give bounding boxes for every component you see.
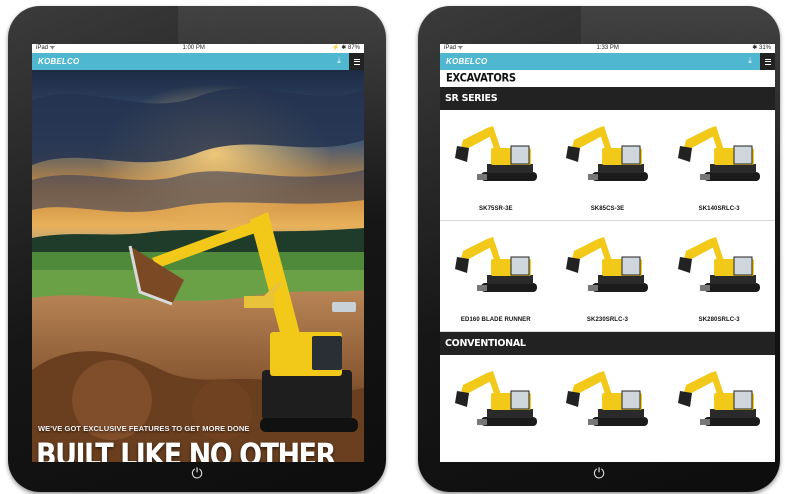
hero-headline: BUILT LIKE NO OTHER — [36, 438, 336, 462]
right-screen: iPad ᯤ 1:33 PM ✱ 31% KOBELCO ⤓ EXCAVATOR… — [440, 44, 775, 462]
model-card[interactable]: SK230SRLC-3 — [551, 221, 664, 332]
brand-logo[interactable]: KOBELCO — [38, 57, 79, 66]
excavator-icon — [678, 126, 761, 181]
excavator-icon — [678, 237, 761, 292]
excavator-icon — [566, 371, 649, 426]
excavator-icon — [566, 126, 649, 181]
model-label: SK75SR-3E — [479, 206, 513, 212]
app-navbar: KOBELCO ⤓ — [32, 53, 364, 70]
excavator-icon — [454, 371, 537, 426]
model-card[interactable]: SK280SRLC-3 — [663, 221, 775, 332]
carrier: iPad ᯤ — [444, 45, 464, 51]
power-icon[interactable]: ⏻ — [591, 465, 607, 481]
menu-icon[interactable] — [349, 53, 364, 70]
model-card[interactable]: ED160 BLADE RUNNER — [440, 221, 552, 332]
hero-tagline: WE'VE GOT EXCLUSIVE FEATURES TO GET MORE… — [38, 424, 250, 433]
left-tablet: iPad ᯤ 1:00 PM ⚡ ✱ 87% KOBELCO ⤓ WE'VE G… — [8, 6, 386, 492]
model-grid-sr: SK75SR-3E SK85CS-3E SK140SRLC-3 — [440, 110, 775, 221]
excavator-icon — [454, 237, 537, 292]
status-bar: iPad ᯤ 1:33 PM ✱ 31% — [440, 44, 775, 53]
model-card[interactable] — [440, 355, 552, 457]
model-label: SK140SRLC-3 — [698, 206, 740, 212]
model-label: SK230SRLC-3 — [586, 317, 629, 323]
excavator-icon — [454, 126, 537, 181]
clock: 1:33 PM — [596, 45, 619, 51]
model-grid-conventional — [440, 355, 775, 457]
right-tablet: iPad ᯤ 1:33 PM ✱ 31% KOBELCO ⤓ EXCAVATOR… — [418, 6, 780, 492]
download-icon[interactable]: ⤓ — [745, 56, 755, 66]
page-title: EXCAVATORS — [446, 72, 516, 85]
model-label: SK85CS-3E — [590, 206, 625, 212]
model-label: SK280SRLC-3 — [698, 317, 740, 323]
model-card[interactable] — [663, 355, 775, 457]
model-card[interactable] — [552, 355, 664, 457]
battery: ✱ 31% — [752, 45, 771, 51]
model-card[interactable]: SK140SRLC-3 — [663, 110, 775, 221]
clock: 1:00 PM — [182, 45, 205, 51]
excavator-sunset-photo — [32, 70, 364, 462]
battery: ⚡ ✱ 87% — [332, 45, 360, 51]
excavator-icon — [678, 371, 761, 426]
download-icon[interactable]: ⤓ — [334, 56, 344, 66]
section-header-conventional: CONVENTIONAL — [440, 332, 775, 355]
model-grid-sr-row2: ED160 BLADE RUNNER SK230SRLC-3 SK280SRLC… — [440, 221, 775, 332]
menu-icon[interactable] — [760, 53, 775, 70]
model-card[interactable]: SK85CS-3E — [551, 110, 664, 221]
status-bar: iPad ᯤ 1:00 PM ⚡ ✱ 87% — [32, 44, 364, 53]
brand-logo[interactable]: KOBELCO — [446, 57, 487, 66]
carrier: iPad ᯤ — [36, 45, 56, 51]
model-card[interactable]: SK75SR-3E — [440, 110, 552, 221]
section-header-sr-series: SR SERIES — [440, 87, 775, 110]
excavator-icon — [566, 237, 649, 292]
hero-image: WE'VE GOT EXCLUSIVE FEATURES TO GET MORE… — [32, 70, 364, 462]
left-screen: iPad ᯤ 1:00 PM ⚡ ✱ 87% KOBELCO ⤓ WE'VE G… — [32, 44, 364, 462]
power-icon[interactable]: ⏻ — [189, 465, 205, 481]
app-navbar: KOBELCO ⤓ — [440, 53, 775, 70]
model-label: ED160 BLADE RUNNER — [460, 317, 531, 323]
